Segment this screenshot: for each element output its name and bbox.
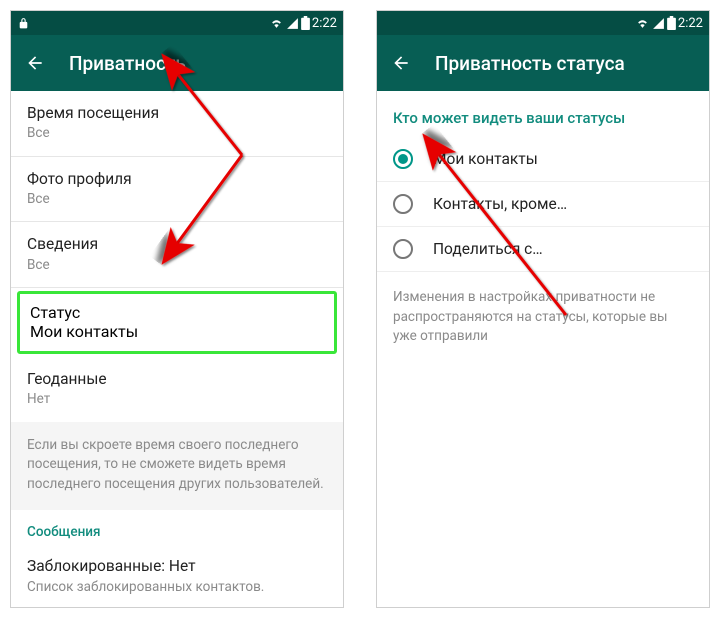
row-label: Геоданные <box>27 369 327 389</box>
row-label: Фото профиля <box>27 169 327 189</box>
appbar-title: Приватность <box>69 52 186 75</box>
option-label: Мои контакты <box>433 150 538 168</box>
wifi-icon <box>269 17 284 30</box>
row-value: Нет <box>27 391 327 409</box>
statusbar-time: 2:22 <box>678 16 703 31</box>
privacy-content: Время посещения Все Фото профиля Все Све… <box>11 91 343 607</box>
row-value: Мои контакты <box>30 322 324 341</box>
status-privacy-content: Кто может видеть ваши статусы Мои контак… <box>377 91 709 607</box>
row-last-seen[interactable]: Время посещения Все <box>11 91 343 157</box>
row-label: Заблокированные: Нет <box>27 556 327 576</box>
option-contacts-except[interactable]: Контакты, кроме… <box>377 182 709 227</box>
appbar-title: Приватность статуса <box>435 52 625 75</box>
back-button[interactable] <box>391 53 411 73</box>
radio-icon <box>393 149 413 169</box>
row-profile-photo[interactable]: Фото профиля Все <box>11 157 343 223</box>
row-status-highlighted[interactable]: Статус Мои контакты <box>17 291 337 354</box>
statusbar-time: 2:22 <box>312 16 337 31</box>
radio-icon <box>393 239 413 259</box>
option-label: Поделиться с… <box>433 240 543 258</box>
battery-icon <box>301 16 310 30</box>
wifi-icon <box>635 17 650 30</box>
row-value: Все <box>27 191 327 209</box>
option-my-contacts[interactable]: Мои контакты <box>377 137 709 182</box>
row-label: Время посещения <box>27 103 327 123</box>
battery-icon <box>667 16 676 30</box>
row-blocked[interactable]: Заблокированные: Нет Список заблокирован… <box>11 544 343 607</box>
back-arrow-icon <box>391 53 411 73</box>
option-label: Контакты, кроме… <box>433 195 567 213</box>
row-about[interactable]: Сведения Все <box>11 222 343 288</box>
signal-icon <box>652 17 665 30</box>
row-value: Все <box>27 125 327 143</box>
phone-right-status-privacy: 2:22 Приватность статуса Кто может видет… <box>376 10 710 608</box>
option-share-with[interactable]: Поделиться с… <box>377 227 709 272</box>
status-privacy-heading: Кто может видеть ваши статусы <box>377 91 709 137</box>
appbar: Приватность <box>11 35 343 91</box>
row-label: Статус <box>30 303 324 322</box>
statusbar: 2:22 <box>377 11 709 35</box>
radio-icon <box>393 194 413 214</box>
row-value: Все <box>27 257 327 275</box>
phone-left-privacy: 2:22 Приватность Время посещения Все Фот… <box>10 10 344 608</box>
back-arrow-icon <box>25 53 45 73</box>
info-last-seen-note: Если вы скроете время своего последнего … <box>11 422 343 511</box>
signal-icon <box>286 17 299 30</box>
row-label: Сведения <box>27 234 327 254</box>
row-live-location[interactable]: Геоданные Нет <box>11 357 343 422</box>
lock-icon <box>17 17 30 30</box>
status-note: Изменения в настройках приватности не ра… <box>377 272 709 363</box>
back-button[interactable] <box>25 53 45 73</box>
appbar: Приватность статуса <box>377 35 709 91</box>
statusbar: 2:22 <box>11 11 343 35</box>
section-messages: Сообщения <box>11 510 343 544</box>
row-value: Список заблокированных контактов. <box>27 579 327 597</box>
